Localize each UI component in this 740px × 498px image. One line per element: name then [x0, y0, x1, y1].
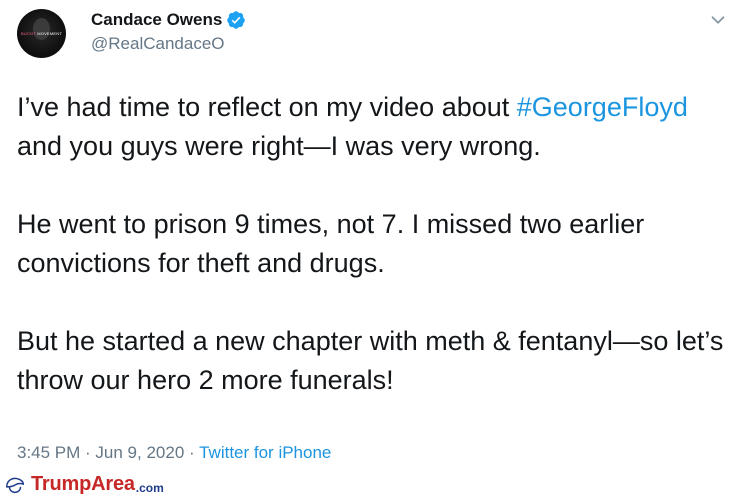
tweet-paragraph-1: I’ve had time to reflect on my video abo…: [17, 88, 729, 166]
watermark-tld: .com: [135, 480, 164, 495]
tweet-text-segment: and you guys were right—I was very wrong…: [17, 131, 541, 161]
tweet-source-link[interactable]: Twitter for iPhone: [199, 443, 331, 462]
tweet-text-segment: I’ve had time to reflect on my video abo…: [17, 92, 517, 122]
meta-separator: ·: [184, 443, 200, 462]
verified-badge-icon: [227, 11, 246, 29]
trump-hair-icon: [6, 477, 24, 493]
hashtag-link[interactable]: #GeorgeFloyd: [517, 92, 688, 122]
user-name-row: Candace Owens: [91, 10, 246, 30]
tweet-paragraph-2: He went to prison 9 times, not 7. I miss…: [17, 209, 645, 278]
avatar[interactable]: BLEXIT MOVEMENT: [17, 9, 66, 58]
tweet-time[interactable]: 3:45 PM: [17, 443, 80, 462]
user-display-name[interactable]: Candace Owens: [91, 10, 222, 30]
chevron-down-icon[interactable]: [707, 9, 729, 31]
avatar-face: [33, 18, 50, 40]
user-handle[interactable]: @RealCandaceO: [91, 34, 225, 54]
tweet-paragraph-3: But he started a new chapter with meth &…: [17, 326, 724, 395]
meta-separator: ·: [80, 443, 96, 462]
tweet-date[interactable]: Jun 9, 2020: [95, 443, 184, 462]
watermark: TrumpArea .com: [0, 471, 222, 498]
avatar-text-left: BLEXIT: [21, 31, 36, 36]
avatar-text-right: MOVEMENT: [37, 31, 62, 36]
tweet-metadata: 3:45 PM · Jun 9, 2020 · Twitter for iPho…: [17, 443, 331, 463]
watermark-brand: TrumpArea: [31, 473, 135, 495]
tweet-text: I’ve had time to reflect on my video abo…: [17, 88, 729, 400]
